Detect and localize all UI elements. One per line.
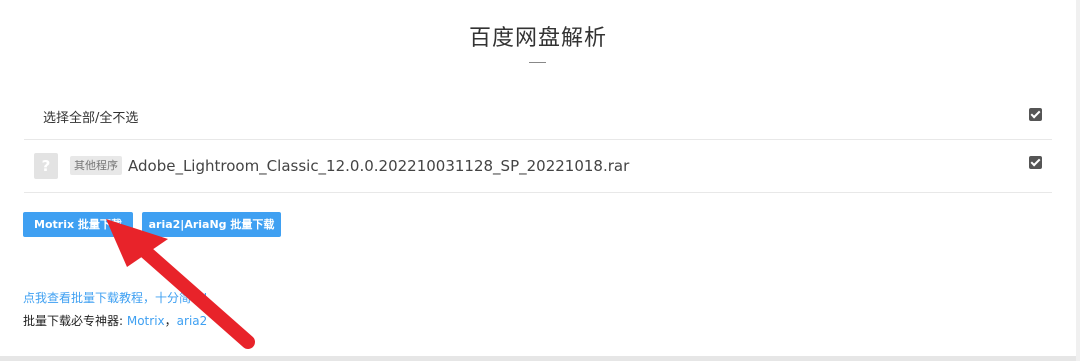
select-all-label: 选择全部/全不选 — [43, 111, 139, 126]
aria2-batch-download-button[interactable]: aria2|AriaNg 批量下载 — [142, 212, 281, 237]
scroll-edge — [1076, 0, 1080, 361]
page-title: 百度网盘解析 — [468, 26, 607, 51]
unknown-file-icon: ? — [34, 153, 58, 179]
motrix-batch-download-button[interactable]: Motrix 批量下载 — [23, 212, 133, 237]
tutorial-link[interactable]: 点我查看批量下载教程，十分简单! — [23, 289, 208, 306]
select-all-checkbox[interactable] — [1029, 108, 1042, 121]
file-type-tag: 其他程序 — [70, 156, 122, 175]
select-all-row[interactable]: 选择全部/全不选 — [24, 92, 1052, 140]
file-name: Adobe_Lightroom_Classic_12.0.0.202210031… — [128, 157, 630, 175]
tools-line: 批量下载必专神器: Motrix，aria2 — [23, 312, 207, 329]
tools-separator: ， — [164, 314, 177, 328]
title-divider — [529, 62, 546, 63]
file-checkbox[interactable] — [1029, 156, 1042, 169]
bottom-divider — [0, 356, 1080, 361]
motrix-link[interactable]: Motrix — [127, 314, 165, 328]
aria2-link[interactable]: aria2 — [177, 314, 208, 328]
file-row[interactable]: ? 其他程序 Adobe_Lightroom_Classic_12.0.0.20… — [24, 140, 1052, 193]
tools-prefix: 批量下载必专神器: — [23, 314, 127, 328]
